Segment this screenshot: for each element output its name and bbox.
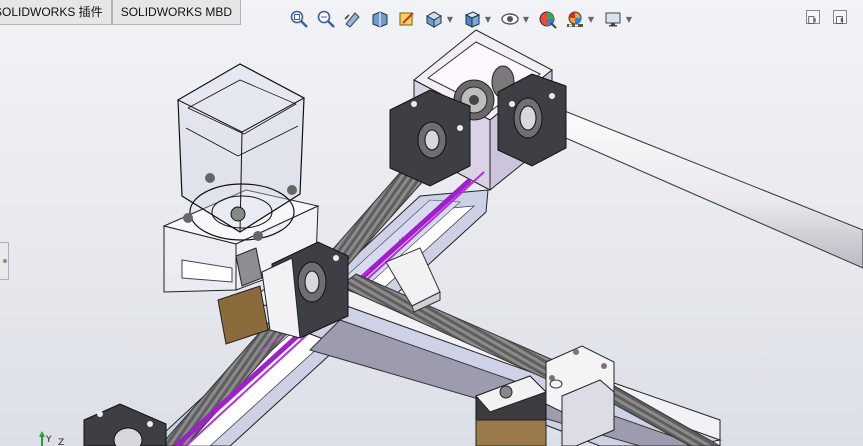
bearing-block-bottom-left[interactable] <box>83 403 167 446</box>
panel-collapse-handle[interactable] <box>0 242 9 280</box>
maximize-window-icon[interactable] <box>833 10 847 24</box>
tab-solidworks-addins[interactable]: SOLIDWORKS 插件 <box>0 0 112 25</box>
heads-up-view-toolbar: ▼ ▼ ▼ ▼ ▼ <box>288 6 635 32</box>
previous-view-icon[interactable] <box>342 8 364 30</box>
svg-text:+: + <box>398 235 406 246</box>
apply-scene-icon[interactable] <box>564 8 586 30</box>
zoom-to-area-icon[interactable] <box>315 8 337 30</box>
chevron-down-icon[interactable]: ▼ <box>625 8 633 30</box>
triad-y-label: Y <box>45 435 52 445</box>
chevron-down-icon[interactable]: ▼ <box>484 8 492 30</box>
chevron-down-icon[interactable]: ▼ <box>446 8 454 30</box>
chevron-down-icon[interactable]: ▼ <box>587 8 595 30</box>
graphics-viewport[interactable]: + <box>0 0 863 446</box>
linear-guide-rod[interactable] <box>518 95 863 269</box>
command-manager-tabs: SOLIDWORKS 插件 SOLIDWORKS MBD <box>0 0 242 26</box>
section-view-icon[interactable] <box>369 8 391 30</box>
bearing-block-top[interactable] <box>389 89 471 187</box>
dynamic-annotation-icon[interactable] <box>396 8 418 30</box>
view-settings-icon[interactable] <box>602 8 624 30</box>
display-style-icon[interactable] <box>461 8 483 30</box>
reference-triad: Y Z <box>39 431 64 446</box>
restore-window-icon[interactable] <box>806 10 820 24</box>
edit-appearance-icon[interactable] <box>537 8 559 30</box>
view-orientation-icon[interactable] <box>423 8 445 30</box>
bearing-block-right[interactable] <box>497 73 567 167</box>
zoom-to-fit-icon[interactable] <box>288 8 310 30</box>
bearing-block-lower-right[interactable] <box>545 345 615 446</box>
triad-z-label: Z <box>58 438 64 446</box>
hide-show-items-icon[interactable] <box>499 8 521 30</box>
tab-solidworks-mbd[interactable]: SOLIDWORKS MBD <box>111 0 242 25</box>
chevron-down-icon[interactable]: ▼ <box>522 8 530 30</box>
